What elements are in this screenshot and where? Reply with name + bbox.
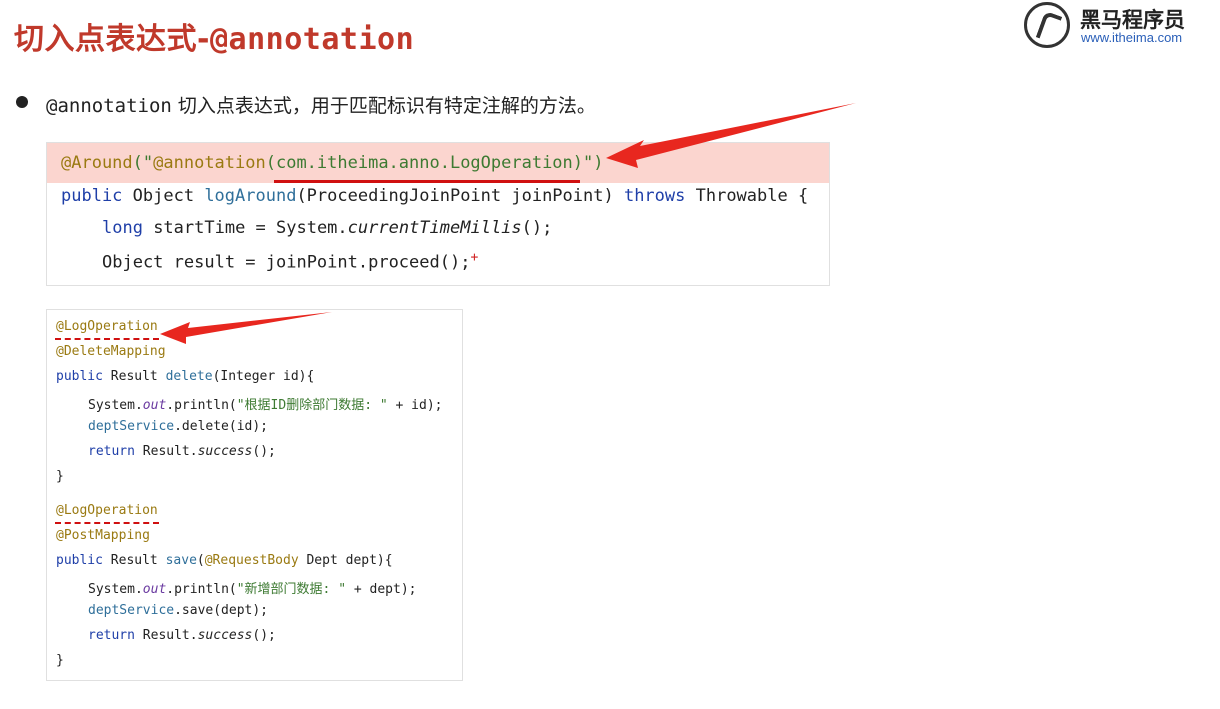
annotation-arrows <box>160 103 856 344</box>
arrow-to-pointcut <box>606 103 856 168</box>
arrow-to-annotation <box>160 312 332 344</box>
